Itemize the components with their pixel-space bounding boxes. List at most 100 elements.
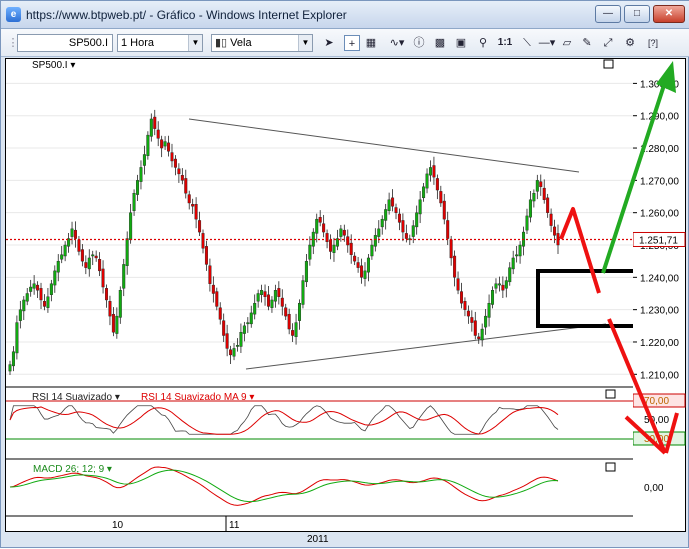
candle-body bbox=[87, 257, 91, 270]
line-tool-icon[interactable]: —▾ bbox=[537, 35, 557, 51]
candle-body bbox=[156, 129, 160, 139]
candle-body bbox=[256, 293, 260, 302]
maximize-button[interactable]: □ bbox=[624, 5, 650, 23]
candle-body bbox=[466, 310, 470, 317]
candle-body bbox=[139, 167, 143, 182]
candle-body bbox=[49, 283, 53, 295]
title-bar: e https://www.btpweb.pt/ - Gráfico - Win… bbox=[1, 1, 689, 29]
candle-body bbox=[235, 345, 239, 347]
candle-body bbox=[449, 239, 453, 259]
minimize-button[interactable]: — bbox=[595, 5, 621, 23]
year-label: 2011 bbox=[307, 534, 329, 545]
candle-body bbox=[487, 302, 491, 318]
symbol-value: SP500.I bbox=[68, 37, 108, 49]
candle-body bbox=[418, 199, 422, 215]
candle-body bbox=[101, 268, 105, 288]
candle-body bbox=[315, 218, 319, 234]
pointer-icon[interactable]: ➤ bbox=[321, 35, 337, 51]
candle-body bbox=[532, 193, 536, 202]
eraser-icon[interactable]: ▱ bbox=[559, 35, 575, 51]
candle-body bbox=[187, 194, 191, 204]
grid-icon[interactable]: ▦ bbox=[363, 35, 379, 51]
candle-body bbox=[198, 220, 202, 233]
candle-body bbox=[425, 173, 429, 189]
candle-body bbox=[29, 286, 33, 292]
candle-body bbox=[304, 260, 308, 283]
price-tick-label: 1.230,00 bbox=[640, 306, 679, 317]
chart-style-select[interactable]: ▮▯ Vela ▼ bbox=[211, 34, 313, 52]
bars-icon[interactable]: ▩ bbox=[432, 35, 448, 51]
window-title: https://www.btpweb.pt/ - Gráfico - Windo… bbox=[26, 8, 347, 22]
indicator-icon[interactable]: ∿▾ bbox=[384, 35, 410, 51]
last-price-value: 1.251,71 bbox=[639, 235, 678, 246]
candle-body bbox=[294, 322, 298, 338]
candle-body bbox=[70, 228, 74, 237]
candle-body bbox=[180, 174, 184, 181]
candle-body bbox=[177, 168, 181, 175]
candle-body bbox=[98, 259, 102, 272]
candle-body bbox=[535, 180, 539, 192]
candle-body bbox=[249, 312, 253, 325]
price-tick-label: 1.270,00 bbox=[640, 176, 679, 187]
candle-body bbox=[91, 254, 95, 257]
tools-icon[interactable]: ⚙ bbox=[622, 35, 638, 51]
price-tick-label: 1.240,00 bbox=[640, 273, 679, 284]
candle-body bbox=[404, 233, 408, 239]
candle-body bbox=[284, 307, 288, 317]
zoom-reset-button[interactable]: 1:1 bbox=[495, 35, 515, 51]
candle-body bbox=[167, 142, 171, 152]
candle-body bbox=[473, 320, 477, 336]
candle-body bbox=[528, 199, 532, 218]
candle-body bbox=[318, 217, 322, 223]
chart-canvas[interactable]: SP500.I ▾ RSI 14 Suavizado ▾ RSI 14 Suav… bbox=[6, 59, 640, 532]
candle-body bbox=[122, 264, 126, 289]
candle-body bbox=[60, 254, 64, 260]
candle-body bbox=[239, 332, 243, 347]
candle-body bbox=[56, 260, 60, 273]
info-icon[interactable]: ⓘ bbox=[411, 35, 427, 51]
candle-body bbox=[225, 333, 229, 349]
crosshair-icon[interactable]: + bbox=[344, 35, 360, 51]
chart-style-value: Vela bbox=[230, 37, 252, 49]
candle-body bbox=[346, 236, 350, 246]
candle-body bbox=[80, 249, 84, 262]
candle-body bbox=[491, 290, 495, 305]
candle-body bbox=[15, 322, 19, 354]
candle-body bbox=[428, 167, 432, 176]
close-button[interactable]: ✕ bbox=[653, 5, 685, 23]
price-axis-canvas: 1.300,00 1.290,00 1.280,00 1.270,00 1.260,00… bbox=[632, 79, 686, 494]
candle-body bbox=[215, 291, 219, 307]
time-axis-bar: 2011 bbox=[5, 531, 686, 547]
candle-body bbox=[353, 255, 357, 262]
x-label-day-11: 11 bbox=[229, 520, 240, 531]
chart-area[interactable]: SP500.I ▾ RSI 14 Suavizado ▾ RSI 14 Suav… bbox=[5, 58, 640, 532]
interval-select[interactable]: 1 Hora ▼ bbox=[117, 34, 203, 52]
candle-body bbox=[342, 229, 346, 236]
candle-body bbox=[53, 270, 57, 286]
zoom-icon[interactable]: ⚲ bbox=[475, 35, 491, 51]
window-icon[interactable]: ▣ bbox=[453, 35, 469, 51]
candle-body bbox=[446, 220, 450, 239]
symbol-combo[interactable]: SP500.I bbox=[17, 34, 113, 52]
trendline-icon[interactable]: ⟍ bbox=[519, 35, 535, 51]
candle-body bbox=[329, 239, 333, 252]
symbol-panel-label[interactable]: SP500.I ▾ bbox=[32, 60, 75, 71]
x-label-day-10: 10 bbox=[112, 520, 124, 531]
candle-body bbox=[42, 301, 46, 307]
candle-body bbox=[204, 246, 208, 265]
macd-tick-0: 0,00 bbox=[644, 483, 664, 494]
help-icon[interactable]: [?] bbox=[645, 35, 661, 51]
price-tick-label: 1.290,00 bbox=[640, 112, 679, 123]
candle-body bbox=[380, 218, 384, 228]
candle-body bbox=[142, 154, 146, 166]
candle-body bbox=[308, 244, 312, 260]
price-tick-label: 1.280,00 bbox=[640, 144, 679, 155]
candle-body bbox=[266, 294, 270, 307]
candle-body bbox=[11, 351, 15, 367]
pencil-icon[interactable]: ✎ bbox=[579, 35, 595, 51]
candle-body bbox=[39, 288, 43, 301]
candle-body bbox=[229, 349, 233, 356]
expand-icon[interactable]: ⤢ bbox=[600, 35, 616, 51]
candle-body bbox=[349, 242, 353, 255]
candle-body bbox=[211, 284, 215, 294]
